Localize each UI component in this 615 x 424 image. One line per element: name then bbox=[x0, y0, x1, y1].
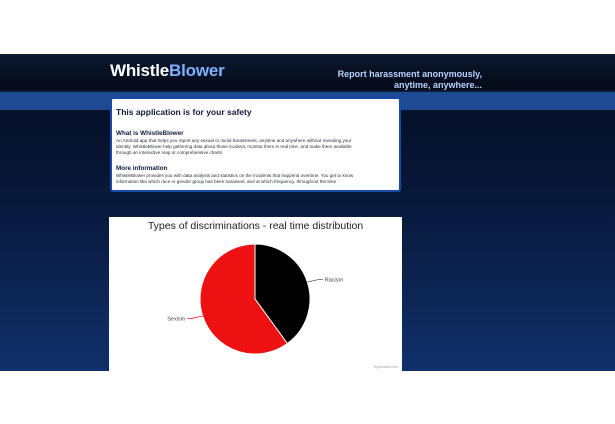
pie-connector-sexism bbox=[187, 315, 203, 319]
info-title: This application is for your safety bbox=[116, 107, 252, 117]
brand-part-whistle: Whistle bbox=[110, 61, 170, 80]
pie-label-racism: Racism bbox=[325, 278, 344, 284]
pie-connector-racism bbox=[307, 279, 323, 283]
section-heading-what-is: What is WhistleBlower bbox=[116, 130, 184, 137]
section-text-more-info-line-2: information like which race or gender gr… bbox=[116, 179, 337, 184]
header: WhistleBlower Report harassment anonymou… bbox=[0, 54, 615, 90]
tagline-line-1: Report harassment anonymously, bbox=[337, 69, 482, 79]
app-window: WhistleBlower Report harassment anonymou… bbox=[0, 54, 615, 371]
tagline-line-2: anytime, anywhere... bbox=[393, 79, 482, 90]
section-text-what-is-line-3: through an interactive map or comprehens… bbox=[116, 150, 222, 155]
pie-chart: Racism Sexism bbox=[167, 243, 344, 355]
brand-part-blower: Blower bbox=[169, 61, 225, 80]
chart-panel: Types of discriminations - real time dis… bbox=[109, 217, 402, 371]
chart-credit[interactable]: Highcharts.com bbox=[374, 365, 398, 369]
section-heading-more-info: More information bbox=[116, 165, 168, 172]
brand-logo[interactable]: WhistleBlower bbox=[110, 61, 225, 81]
info-card: This application is for your safety What… bbox=[110, 97, 401, 192]
tagline: Report harassment anonymously, anytime, … bbox=[300, 69, 482, 90]
pie-label-sexism: Sexism bbox=[167, 316, 185, 322]
header-divider bbox=[0, 90, 615, 92]
